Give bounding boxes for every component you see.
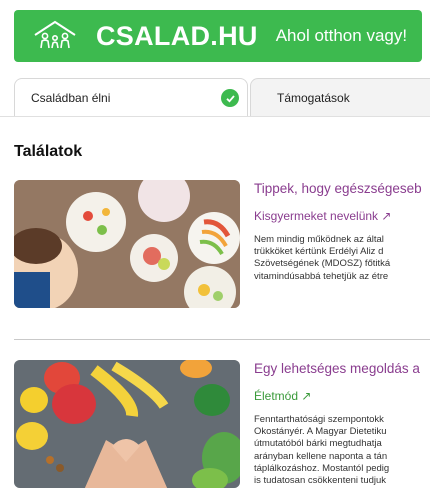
excerpt-line: Fenntarthatósági szempontokk bbox=[254, 414, 384, 425]
result-card[interactable]: Tippek, hogy egészségeseb Kisgyermeket n… bbox=[14, 180, 430, 310]
tab-label: Támogatások bbox=[277, 90, 350, 105]
result-excerpt: Nem mindig működnek az által trükköket k… bbox=[254, 234, 430, 283]
result-content: Egy lehetséges megoldás a Életmód ↗ Fenn… bbox=[254, 360, 430, 487]
result-card[interactable]: Egy lehetséges megoldás a Életmód ↗ Fenn… bbox=[14, 360, 430, 490]
result-title-link[interactable]: Tippek, hogy egészségeseb bbox=[254, 180, 430, 198]
results-divider bbox=[14, 339, 430, 340]
excerpt-line: Okostányér. A Magyar Dietetiku bbox=[254, 426, 387, 438]
site-banner[interactable]: CSALAD.HU Ahol otthon vagy! bbox=[14, 10, 422, 62]
excerpt-line: Nem mindig működnek az által bbox=[254, 234, 384, 245]
excerpt-line: arányban kellene naponta a tán bbox=[254, 450, 388, 462]
tabs-divider bbox=[0, 116, 430, 117]
result-category-link[interactable]: Kisgyermeket nevelünk ↗ bbox=[254, 208, 430, 224]
excerpt-line: táplálkozáshoz. Mostantól pedig bbox=[254, 462, 390, 474]
tab-label: Családban élni bbox=[31, 90, 111, 105]
tab-bar: Családban élni Támogatások bbox=[14, 78, 430, 116]
result-title-link[interactable]: Egy lehetséges megoldás a bbox=[254, 360, 430, 378]
results-heading: Találatok bbox=[14, 143, 83, 160]
excerpt-line: is tudatosan csökkenteni tudjuk bbox=[254, 475, 387, 487]
result-category-link[interactable]: Életmód ↗ bbox=[254, 388, 430, 404]
brand-name: CSALAD.HU bbox=[96, 20, 258, 51]
result-thumbnail-image[interactable] bbox=[14, 180, 240, 308]
check-circle-icon bbox=[221, 89, 239, 107]
result-excerpt: Fenntarthatósági szempontokk Okostányér.… bbox=[254, 414, 430, 487]
result-thumbnail-image[interactable] bbox=[14, 360, 240, 488]
excerpt-line: Szövetségének (MDOSZ) főtitká bbox=[254, 258, 391, 270]
tab-csaladban-elni[interactable]: Családban élni bbox=[14, 78, 248, 116]
result-content: Tippek, hogy egészségeseb Kisgyermeket n… bbox=[254, 180, 430, 283]
brand-tagline: Ahol otthon vagy! bbox=[275, 26, 408, 45]
family-house-icon bbox=[34, 20, 76, 49]
tab-tamogatasok[interactable]: Támogatások bbox=[250, 78, 430, 116]
excerpt-line: vitamindúsabbá tehetjük az étre bbox=[254, 270, 389, 282]
excerpt-line: trükköket kértünk Erdélyi Aliz d bbox=[254, 246, 384, 258]
excerpt-line: útmutatóból bárki megtudhatja bbox=[254, 438, 382, 450]
